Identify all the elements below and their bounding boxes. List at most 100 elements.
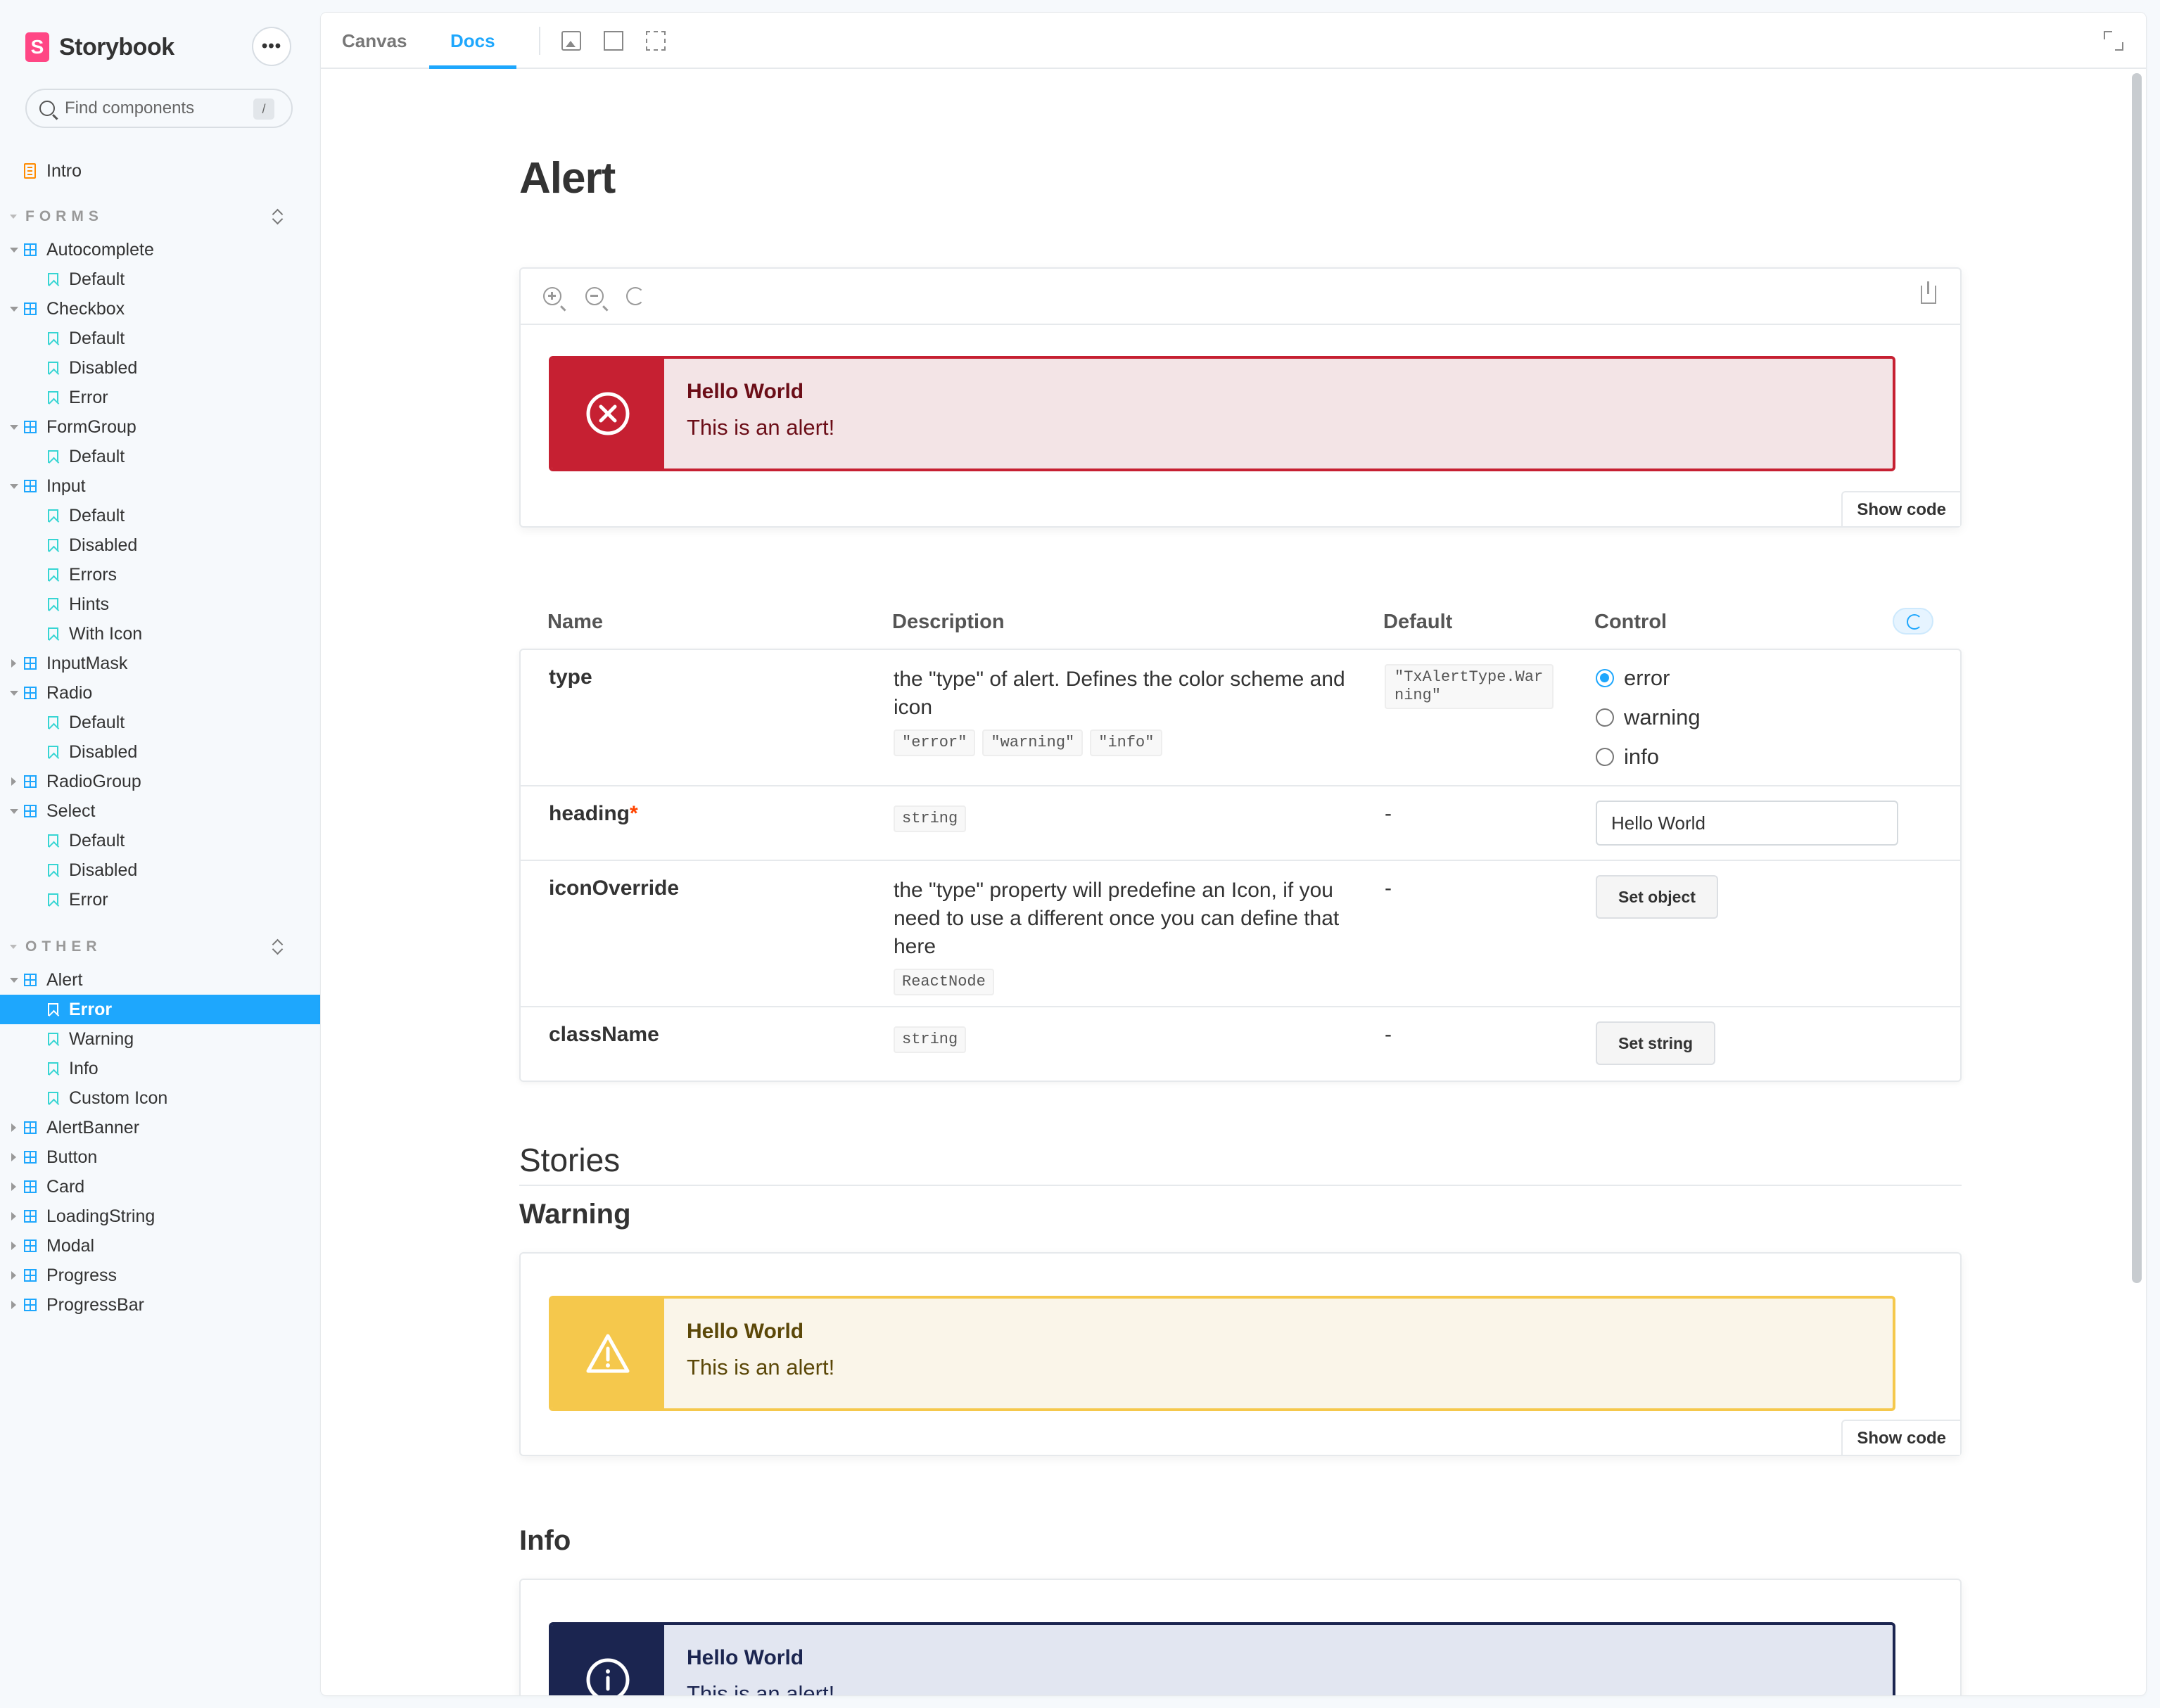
main-panel: Canvas Docs Alert Hello World This is an… — [321, 13, 2146, 1695]
radio-button[interactable] — [1596, 669, 1614, 687]
component-icon — [24, 974, 37, 986]
bookmark-icon — [48, 834, 58, 847]
sidebar-item-label: ProgressBar — [46, 1294, 144, 1315]
sidebar-story-error[interactable]: Error — [0, 383, 321, 412]
tab-canvas[interactable]: Canvas — [321, 13, 428, 69]
radio-option-warning[interactable]: warning — [1596, 698, 1701, 737]
sidebar-item-modal[interactable]: Modal — [0, 1231, 321, 1261]
sidebar-item-button[interactable]: Button — [0, 1142, 321, 1172]
alert-body: Hello World This is an alert! — [664, 359, 834, 469]
arg-description: the "type" of alert. Defines the color s… — [894, 665, 1351, 756]
outline-icon[interactable] — [646, 31, 666, 51]
arg-default: - — [1385, 1023, 1392, 1046]
image-icon[interactable] — [561, 31, 581, 51]
preview-toolbar — [521, 269, 1960, 325]
component-icon — [24, 1121, 37, 1134]
sidebar-item-alert[interactable]: Alert — [0, 965, 321, 995]
sidebar-item-label: Default — [69, 446, 125, 466]
sidebar-item-intro[interactable]: Intro — [0, 156, 321, 186]
type-chip: string — [894, 805, 967, 832]
sidebar-item-progressbar[interactable]: ProgressBar — [0, 1290, 321, 1320]
heading-text-input[interactable]: Hello World — [1596, 801, 1898, 846]
sidebar-story-disabled[interactable]: Disabled — [0, 855, 321, 885]
zoom-out-icon[interactable] — [585, 287, 609, 311]
sidebar-group-other[interactable]: OTHER — [0, 929, 321, 965]
set-object-button[interactable]: Set object — [1596, 875, 1718, 919]
sidebar-item-checkbox[interactable]: Checkbox — [0, 294, 321, 324]
alert-text: This is an alert! — [687, 1681, 835, 1695]
zoom-in-icon[interactable] — [543, 287, 566, 311]
component-icon — [24, 805, 37, 817]
radio-option-info[interactable]: info — [1596, 737, 1701, 777]
share-icon[interactable] — [1921, 281, 1936, 304]
sidebar-item-radiogroup[interactable]: RadioGroup — [0, 767, 321, 796]
radio-button[interactable] — [1596, 748, 1614, 766]
sidebar-item-inputmask[interactable]: InputMask — [0, 649, 321, 678]
sidebar-story-error[interactable]: Error — [0, 995, 321, 1024]
show-code-button[interactable]: Show code — [1841, 491, 1960, 526]
tab-docs[interactable]: Docs — [429, 13, 516, 69]
caret-right-icon — [11, 1153, 16, 1161]
type-chip: "warning" — [982, 729, 1084, 756]
component-icon — [24, 775, 37, 788]
sidebar-story-default[interactable]: Default — [0, 826, 321, 855]
bookmark-icon — [48, 1092, 58, 1104]
sidebar-story-warning[interactable]: Warning — [0, 1024, 321, 1054]
sidebar-item-progress[interactable]: Progress — [0, 1261, 321, 1290]
sidebar-group-forms[interactable]: FORMS — [0, 198, 321, 235]
sidebar-story-with-icon[interactable]: With Icon — [0, 619, 321, 649]
radio-label: error — [1624, 665, 1670, 690]
search-placeholder: Find components — [65, 98, 195, 117]
scrollbar[interactable] — [2132, 73, 2142, 1283]
grid-icon[interactable] — [604, 31, 623, 51]
bookmark-icon — [48, 509, 58, 522]
arg-name: type — [549, 665, 592, 689]
radio-group-type: error warning info — [1596, 658, 1701, 777]
radio-button[interactable] — [1596, 708, 1614, 727]
storybook-brand[interactable]: S Storybook — [25, 31, 174, 63]
sidebar-story-hints[interactable]: Hints — [0, 589, 321, 619]
sidebar-story-default[interactable]: Default — [0, 708, 321, 737]
sidebar-item-label: Hints — [69, 594, 109, 614]
sidebar-story-default[interactable]: Default — [0, 265, 321, 294]
sidebar-item-label: Disabled — [69, 860, 138, 880]
bookmark-icon — [48, 598, 58, 611]
sidebar-story-custom-icon[interactable]: Custom Icon — [0, 1083, 321, 1113]
component-icon — [24, 1239, 37, 1252]
show-code-button[interactable]: Show code — [1841, 1420, 1960, 1455]
sidebar-item-card[interactable]: Card — [0, 1172, 321, 1202]
sidebar-story-default[interactable]: Default — [0, 442, 321, 471]
expand-collapse-icon[interactable] — [272, 208, 283, 225]
document-icon — [24, 163, 36, 179]
sidebar-item-autocomplete[interactable]: Autocomplete — [0, 235, 321, 265]
expand-collapse-icon[interactable] — [272, 938, 283, 955]
sidebar-story-disabled[interactable]: Disabled — [0, 530, 321, 560]
sidebar-story-errors[interactable]: Errors — [0, 560, 321, 589]
component-icon — [24, 1180, 37, 1193]
sidebar-story-disabled[interactable]: Disabled — [0, 353, 321, 383]
sidebar-item-input[interactable]: Input — [0, 471, 321, 501]
fullscreen-icon[interactable] — [2104, 31, 2123, 51]
bookmark-icon — [48, 362, 58, 374]
table-row: className string - Set string — [521, 1007, 1960, 1081]
sidebar-story-disabled[interactable]: Disabled — [0, 737, 321, 767]
arg-description-text: the "type" property will predefine an Ic… — [894, 879, 1340, 958]
reset-controls-button[interactable] — [1893, 608, 1933, 635]
sidebar-story-default[interactable]: Default — [0, 501, 321, 530]
sidebar-story-error[interactable]: Error — [0, 885, 321, 914]
component-icon — [24, 1210, 37, 1223]
search-input[interactable]: Find components / — [25, 89, 293, 128]
sidebar-item-label: Info — [69, 1058, 99, 1078]
more-options-button[interactable]: ••• — [252, 27, 291, 66]
sidebar-item-formgroup[interactable]: FormGroup — [0, 412, 321, 442]
sidebar-item-select[interactable]: Select — [0, 796, 321, 826]
set-string-button[interactable]: Set string — [1596, 1021, 1716, 1065]
sidebar-story-default[interactable]: Default — [0, 324, 321, 353]
alert-icon-container — [552, 1625, 664, 1695]
sidebar-story-info[interactable]: Info — [0, 1054, 321, 1083]
sidebar-item-alertbanner[interactable]: AlertBanner — [0, 1113, 321, 1142]
radio-option-error[interactable]: error — [1596, 658, 1701, 698]
sidebar-item-loadingstring[interactable]: LoadingString — [0, 1202, 321, 1231]
zoom-reset-icon[interactable] — [626, 287, 644, 305]
sidebar-item-radio[interactable]: Radio — [0, 678, 321, 708]
